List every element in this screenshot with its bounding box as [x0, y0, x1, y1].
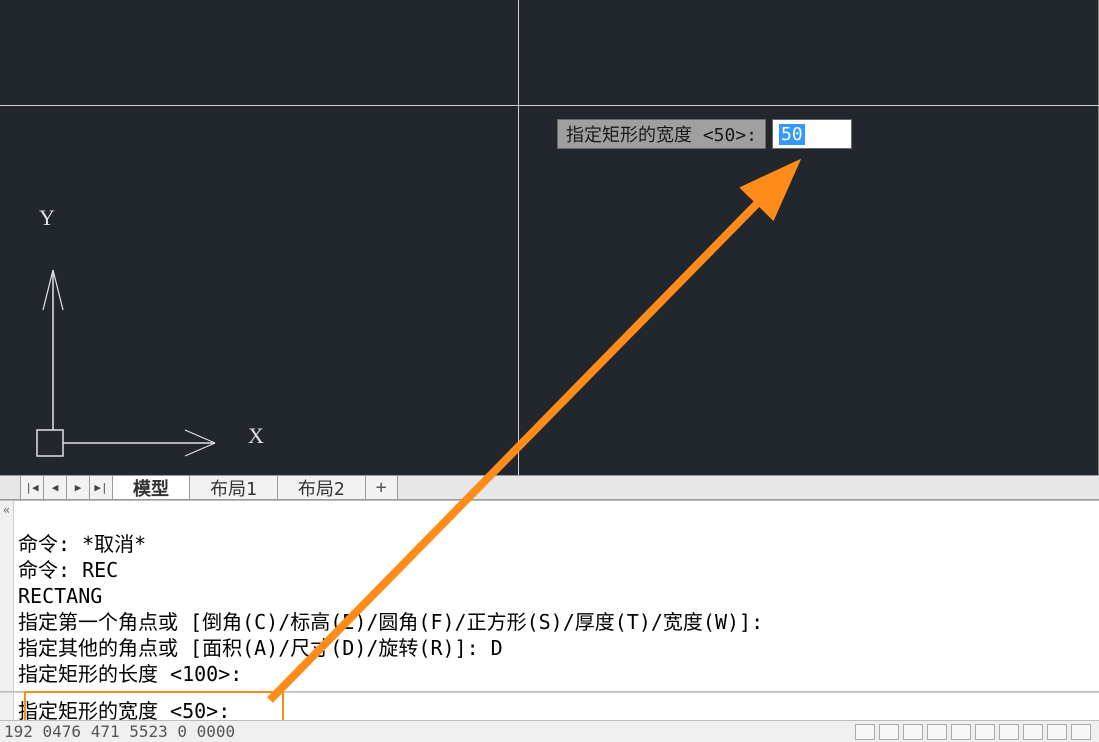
status-toggle-icon[interactable] — [975, 724, 995, 740]
command-history-line: 指定第一个角点或 [倒角(C)/标高(E)/圆角(F)/正方形(S)/厚度(T)… — [18, 610, 763, 634]
status-toggle-icon[interactable] — [1023, 724, 1043, 740]
status-coordinates: 192 0476 471 5523 0 0000 — [4, 722, 241, 741]
tab-label: 布局2 — [298, 475, 345, 501]
command-history-line: 命令: REC — [18, 558, 118, 582]
tab-nav-next-button[interactable]: ▶ — [67, 476, 90, 499]
tab-model[interactable]: 模型 — [113, 476, 190, 499]
command-input-row: 指定矩形的宽度 <50>: — [0, 692, 1099, 720]
status-toggle-icon[interactable] — [1047, 724, 1067, 740]
tab-nav-first-button[interactable]: |◀ — [21, 476, 44, 499]
crosshair-vertical — [518, 0, 519, 475]
command-history-panel: « 命令: *取消* 命令: REC RECTANG 指定第一个角点或 [倒角(… — [0, 500, 1099, 692]
status-toggle-icon[interactable] — [903, 724, 923, 740]
status-toggle-icons — [855, 724, 1099, 740]
dynamic-input-prompt: 指定矩形的宽度 <50>: — [557, 119, 766, 149]
command-history-line: 指定其他的角点或 [面积(A)/尺寸(D)/旋转(R)]: D — [18, 636, 503, 660]
drawing-viewport[interactable]: 指定矩形的宽度 <50>: 50 Y X — [0, 0, 1099, 475]
ucs-x-label: X — [248, 423, 264, 449]
tab-nav-group: |◀ ◀ ▶ ▶| — [20, 476, 113, 499]
tab-layout1[interactable]: 布局1 — [190, 476, 278, 499]
status-coordinates-text: 192 0476 471 5523 0 0000 — [4, 722, 235, 741]
tab-nav-prev-button[interactable]: ◀ — [44, 476, 67, 499]
tab-layout2[interactable]: 布局2 — [278, 476, 366, 499]
command-history-toggle[interactable]: « — [0, 501, 14, 691]
command-history-line: 命令: *取消* — [18, 532, 146, 556]
command-history-line: RECTANG — [18, 584, 102, 608]
ucs-x-axis-icon — [35, 420, 255, 470]
model-layout-tab-strip: |◀ ◀ ▶ ▶| 模型 布局1 布局2 + — [0, 475, 1099, 500]
dynamic-input-tooltip: 指定矩形的宽度 <50>: 50 — [557, 119, 852, 149]
status-bar: 192 0476 471 5523 0 0000 — [0, 720, 1099, 742]
ucs-y-axis-icon — [35, 200, 75, 440]
status-toggle-icon[interactable] — [927, 724, 947, 740]
tab-add-button[interactable]: + — [366, 476, 398, 499]
status-toggle-icon[interactable] — [999, 724, 1019, 740]
tab-label: 模型 — [133, 475, 169, 501]
command-input[interactable]: 指定矩形的宽度 <50>: — [14, 693, 1099, 720]
command-input-gutter — [0, 693, 14, 720]
status-toggle-icon[interactable] — [855, 724, 875, 740]
crosshair-horizontal — [0, 105, 1099, 106]
ucs-y-label: Y — [39, 205, 55, 231]
dynamic-input-field[interactable]: 50 — [772, 119, 852, 149]
dynamic-input-value: 50 — [779, 124, 805, 145]
status-toggle-icon[interactable] — [879, 724, 899, 740]
tab-nav-last-button[interactable]: ▶| — [90, 476, 113, 499]
app-root: 指定矩形的宽度 <50>: 50 Y X — [0, 0, 1099, 742]
command-history-line: 指定矩形的长度 <100>: — [18, 662, 242, 686]
tab-label: 布局1 — [210, 475, 257, 501]
command-history-text[interactable]: 命令: *取消* 命令: REC RECTANG 指定第一个角点或 [倒角(C)… — [14, 501, 1099, 691]
status-toggle-icon[interactable] — [1071, 724, 1091, 740]
status-toggle-icon[interactable] — [951, 724, 971, 740]
